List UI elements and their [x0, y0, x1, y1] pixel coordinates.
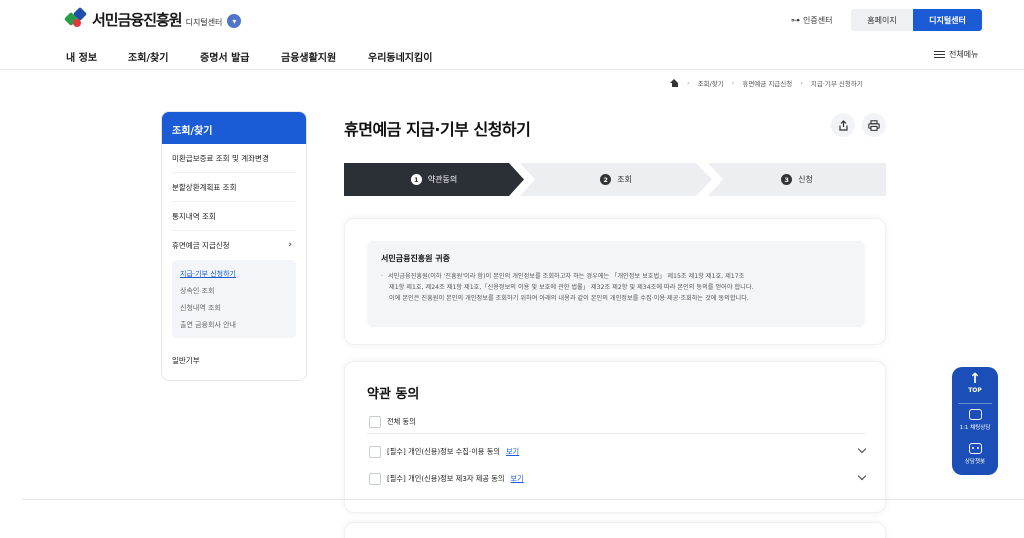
- submenu-item-heir[interactable]: 상속인 조회: [180, 283, 288, 300]
- terms-checkbox-third-party[interactable]: [369, 473, 381, 485]
- divider: [958, 403, 992, 404]
- breadcrumb-current: 지급·기부 신청하기: [810, 80, 863, 88]
- sidebar-item-label: 분할상환계획표 조회: [172, 182, 237, 192]
- sidebar-item-label: 미환급보증료 조회 및 계좌변경: [172, 153, 269, 163]
- step-number: 1: [410, 174, 422, 185]
- top-label: TOP: [968, 387, 982, 394]
- sidebar: 조회/찾기 미환급보증료 조회 및 계좌변경 분할상환계획표 조회 통지내역 조…: [161, 111, 307, 381]
- digital-center-button[interactable]: 디지털센터: [913, 9, 982, 31]
- home-icon[interactable]: [670, 79, 679, 87]
- step-label: 약관동의: [427, 175, 458, 184]
- chevron-down-icon[interactable]: [857, 444, 867, 454]
- scroll-top-button[interactable]: ↑ TOP: [952, 372, 998, 394]
- homepage-button[interactable]: 홈페이지: [851, 9, 913, 31]
- share-button[interactable]: [831, 113, 855, 137]
- step-number: 2: [600, 174, 612, 185]
- chevron-right-icon: ›: [288, 240, 292, 250]
- logo-sub: 디지털센터: [185, 17, 223, 27]
- terms-card: 약관 동의 전체 동의 [필수] 개인(신용)정보 수집·이용 동의 보기 [필…: [344, 361, 886, 513]
- cert-center-link[interactable]: ⊶ 인증센터: [791, 15, 832, 26]
- divider: [22, 499, 1024, 500]
- chevron-down-icon[interactable]: ▾: [227, 14, 242, 28]
- chatbot-label: 상담챗봇: [964, 459, 986, 465]
- step-number: 3: [781, 174, 793, 185]
- chat-consult-button[interactable]: 1:1 채팅상담: [952, 409, 998, 431]
- arrow-up-icon: ↑: [969, 371, 981, 387]
- view-terms-link[interactable]: 보기: [506, 447, 519, 457]
- step-label: 조회: [617, 175, 632, 184]
- nav-item-search[interactable]: 조회/찾기: [128, 49, 168, 64]
- sidebar-submenu: 지급·기부 신청하기 상속인 조회 신청내역 조회 출연 금융회사 안내: [172, 260, 296, 338]
- all-agree-checkbox[interactable]: [369, 416, 381, 428]
- print-button[interactable]: [862, 113, 886, 137]
- step-terms: 1 약관동의: [344, 163, 524, 196]
- breadcrumb: › 조회/찾기 › 휴면예금 지급신청 › 지급·기부 신청하기: [670, 78, 863, 88]
- terms-title: 약관 동의: [367, 387, 420, 402]
- chatbot-button[interactable]: 상담챗봇: [952, 443, 998, 465]
- progress-steps: 1 약관동의 2 조회 3 신청: [344, 163, 886, 196]
- sidebar-item-donation[interactable]: 일반기부: [172, 346, 296, 375]
- sidebar-item-label: 휴면예금 지급신청: [172, 241, 230, 250]
- hamburger-icon: [934, 50, 945, 59]
- logo-mark-icon: [63, 6, 88, 30]
- terms-label: [필수] 개인(신용)정보 수집·이용 동의: [387, 447, 500, 456]
- chat-label: 1:1 채팅상담: [959, 425, 991, 431]
- key-icon: ⊶: [791, 15, 800, 26]
- cert-center-label: 인증센터: [803, 16, 833, 25]
- all-agree-row[interactable]: 전체 동의: [369, 414, 865, 430]
- step-label: 신청: [798, 175, 813, 184]
- all-menu-label: 전체메뉴: [949, 50, 979, 59]
- notice-title: 서민금융진흥원 귀중: [381, 254, 451, 263]
- notice-line: 제1항 제1호, 제24조 제1항 제1호,「신용정보의 이용 및 보호에 관한…: [389, 284, 754, 291]
- submenu-item-institutions[interactable]: 출연 금융회사 안내: [180, 317, 288, 334]
- nav-item-certificate[interactable]: 증명서 발급: [200, 49, 249, 64]
- notice-line: 서민금융진흥원(이하 '진흥원'이라 함)이 본인의 개인정보를 조회하고자 하…: [381, 271, 851, 282]
- nav-item-financial-support[interactable]: 금융생활지원: [281, 49, 336, 64]
- robot-icon: [968, 443, 982, 454]
- breadcrumb-item[interactable]: 휴면예금 지급신청: [742, 78, 792, 88]
- chevron-right-icon: ›: [731, 79, 735, 87]
- nav-item-my-info[interactable]: 내 정보: [66, 49, 97, 64]
- step-apply: 3 신청: [708, 163, 886, 196]
- sidebar-item-repayment-plan[interactable]: 분할상환계획표 조회: [172, 173, 296, 202]
- logo-name: 서민금융진흥원: [92, 10, 183, 29]
- nav-item-neighborhood[interactable]: 우리동네지킴이: [368, 49, 432, 64]
- sidebar-item-label: 일반기부: [172, 356, 200, 365]
- submenu-item-apply[interactable]: 지급·기부 신청하기: [180, 266, 288, 283]
- next-card: [344, 522, 886, 538]
- terms-checkbox-collect[interactable]: [369, 446, 381, 458]
- all-agree-label: 전체 동의: [387, 417, 416, 426]
- notice-box: 서민금융진흥원 귀중 서민금융진흥원(이하 '진흥원'이라 함)이 본인의 개인…: [367, 241, 865, 327]
- sidebar-item-label: 통지내역 조회: [172, 211, 216, 221]
- terms-row-collect[interactable]: [필수] 개인(신용)정보 수집·이용 동의 보기: [369, 444, 867, 460]
- share-icon: [838, 119, 848, 131]
- chat-icon: [968, 409, 982, 420]
- terms-label: [필수] 개인(신용)정보 제3자 제공 동의: [387, 474, 505, 483]
- site-logo[interactable]: 서민금융진흥원 디지털센터 ▾: [63, 6, 242, 30]
- terms-row-third-party[interactable]: [필수] 개인(신용)정보 제3자 제공 동의 보기: [369, 471, 867, 487]
- step-lookup: 2 조회: [520, 163, 712, 196]
- sidebar-item-dormant-deposit[interactable]: 휴면예금 지급신청 ›: [172, 231, 296, 260]
- floating-quick-menu: ↑ TOP 1:1 채팅상담 상담챗봇: [952, 367, 998, 475]
- submenu-item-history[interactable]: 신청내역 조회: [180, 300, 288, 317]
- breadcrumb-item[interactable]: 조회/찾기: [698, 78, 724, 88]
- main-nav: 내 정보 조회/찾기 증명서 발급 금융생활지원 우리동네지킴이 전체메뉴: [0, 40, 1024, 70]
- divider: [367, 433, 865, 434]
- sidebar-item-refund-fee[interactable]: 미환급보증료 조회 및 계좌변경: [172, 144, 296, 173]
- chevron-right-icon: ›: [800, 79, 803, 87]
- top-header: 서민금융진흥원 디지털센터 ▾ ⊶ 인증센터 홈페이지 디지털센터: [0, 0, 1024, 40]
- all-menu-button[interactable]: 전체메뉴: [934, 49, 978, 60]
- sidebar-title: 조회/찾기: [162, 112, 306, 144]
- sidebar-item-notice-history[interactable]: 통지내역 조회: [172, 202, 296, 231]
- page-title: 휴면예금 지급·기부 신청하기: [344, 120, 531, 139]
- view-terms-link[interactable]: 보기: [511, 474, 524, 484]
- printer-icon: [868, 119, 880, 131]
- chevron-right-icon: ›: [687, 79, 690, 87]
- chevron-down-icon[interactable]: [857, 471, 867, 481]
- notice-card: 서민금융진흥원 귀중 서민금융진흥원(이하 '진흥원'이라 함)이 본인의 개인…: [344, 218, 886, 345]
- notice-line: 이에 본인은 진흥원이 본인의 개인정보를 조회하기 위하여 아래의 내용과 같…: [389, 295, 749, 302]
